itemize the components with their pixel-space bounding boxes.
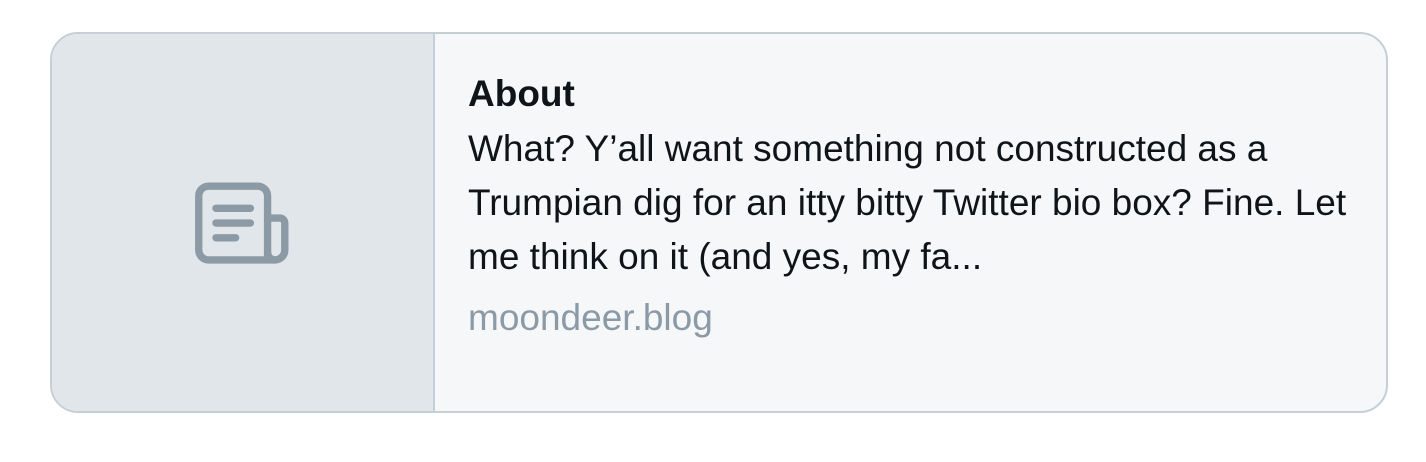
link-description: What? Y’all want something not construct… bbox=[468, 128, 1347, 277]
link-thumbnail bbox=[52, 34, 435, 411]
newspaper-icon bbox=[184, 164, 302, 282]
link-domain: moondeer.blog bbox=[468, 297, 713, 338]
link-title: About bbox=[468, 73, 575, 114]
link-preview-card[interactable]: About What? Y’all want something not con… bbox=[50, 32, 1388, 413]
link-details: About What? Y’all want something not con… bbox=[435, 34, 1386, 411]
